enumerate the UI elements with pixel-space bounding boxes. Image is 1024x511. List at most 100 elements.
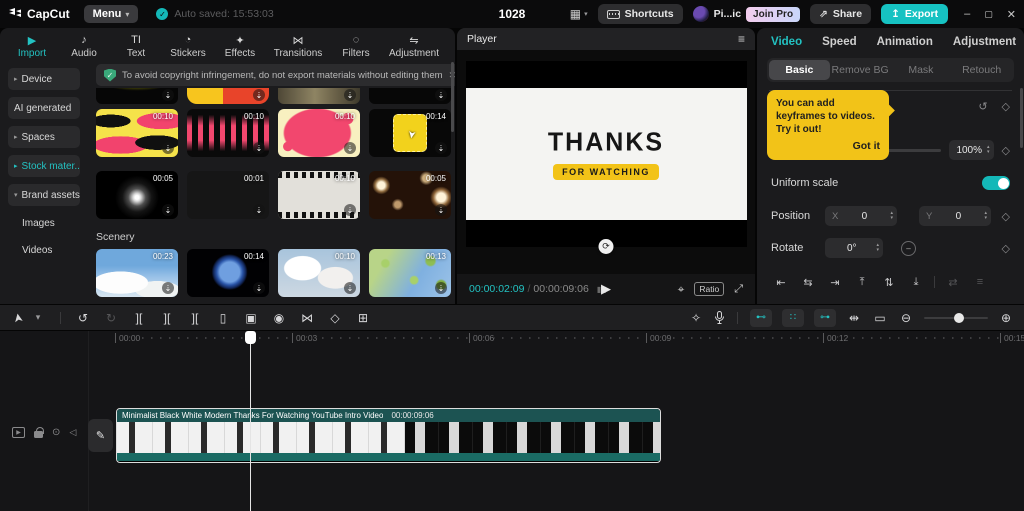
uniform-scale-toggle[interactable]: [982, 176, 1010, 190]
timeline-ruler[interactable]: 00:00 00:03 00:06 00:09 00:12 00:15: [0, 331, 1024, 345]
undo-button[interactable]: ↺: [75, 311, 91, 325]
freeze-frame-tool[interactable]: ◉: [271, 311, 287, 325]
slider-knob[interactable]: [954, 313, 964, 323]
edit-cover-button[interactable]: ✎: [88, 419, 113, 452]
reset-icon[interactable]: ↺: [978, 100, 987, 113]
video-thumbnail[interactable]: 00:13 ⇣: [369, 249, 451, 297]
download-icon[interactable]: ⇣: [435, 89, 447, 101]
zoom-out-icon[interactable]: ⊖: [898, 311, 914, 325]
export-button[interactable]: ↥ Export: [881, 4, 948, 24]
duplicate-tool[interactable]: ▣: [243, 311, 259, 325]
tab-speed[interactable]: Speed: [822, 36, 857, 48]
stepper-down-icon[interactable]: ▾: [984, 216, 987, 221]
delete-left-tool[interactable]: ][: [159, 311, 175, 325]
layout-selector[interactable]: ▦ ▾: [570, 7, 588, 21]
playhead-handle[interactable]: [245, 331, 256, 344]
smart-tools-icon[interactable]: ✧: [688, 311, 704, 325]
download-icon[interactable]: ⇣: [344, 282, 356, 294]
tab-text[interactable]: TI Text: [114, 31, 158, 60]
video-thumbnail[interactable]: 00:10 ⇣: [278, 171, 360, 219]
download-icon[interactable]: ⇣: [162, 89, 174, 101]
tab-video[interactable]: Video: [771, 36, 802, 48]
video-thumbnail[interactable]: 00:10 ⇣: [278, 249, 360, 297]
keyframe-icon[interactable]: ◇: [1002, 144, 1010, 157]
auto-snap-toggle[interactable]: ∷: [782, 309, 804, 327]
video-thumbnail[interactable]: ⇣: [369, 88, 451, 104]
sidebar-item-videos[interactable]: Videos: [8, 240, 80, 260]
video-thumbnail[interactable]: 00:10 ⇣: [96, 109, 178, 157]
split-tool[interactable]: ][: [131, 311, 147, 325]
tab-animation[interactable]: Animation: [877, 36, 933, 48]
tab-transitions[interactable]: ⋈ Transitions: [270, 31, 326, 60]
chevron-down-icon[interactable]: ▾: [30, 312, 46, 323]
select-tool[interactable]: ➤: [10, 308, 27, 326]
video-thumbnail[interactable]: 00:10 ⇣: [278, 109, 360, 157]
user-account[interactable]: Pi...ic Join Pro: [693, 6, 800, 22]
main-track-icon[interactable]: ▶: [12, 427, 25, 438]
download-icon[interactable]: ⇣: [435, 142, 447, 154]
scale-value-box[interactable]: 100% ▴▾: [949, 140, 993, 160]
video-thumbnail[interactable]: ⇣: [187, 88, 269, 104]
tab-effects[interactable]: ✦ Effects: [218, 31, 262, 60]
download-icon[interactable]: ⇣: [435, 204, 447, 216]
eye-icon[interactable]: ⊙: [52, 427, 60, 438]
subtab-retouch[interactable]: Retouch: [951, 60, 1012, 80]
keyframe-icon[interactable]: ◇: [1002, 242, 1010, 255]
player-menu-icon[interactable]: ≡: [738, 32, 745, 46]
playhead[interactable]: [250, 331, 251, 511]
tab-adjustment[interactable]: ⇋ Adjustment: [386, 31, 442, 60]
minimize-button[interactable]: –: [964, 8, 970, 20]
download-icon[interactable]: ⇣: [253, 142, 265, 154]
download-icon[interactable]: ⇣: [162, 204, 174, 216]
video-frame[interactable]: THANKS FOR WATCHING ⟳: [466, 61, 747, 247]
subtab-basic[interactable]: Basic: [769, 60, 830, 80]
download-icon[interactable]: ⇣: [162, 282, 174, 294]
rotate-handle[interactable]: ⟳: [599, 239, 614, 254]
main-track-magnet-icon[interactable]: ▭: [872, 311, 888, 325]
download-icon[interactable]: ⇣: [162, 142, 174, 154]
position-y-input[interactable]: Y 0 ▴▾: [919, 206, 991, 226]
sidebar-item-images[interactable]: Images: [8, 213, 80, 233]
fullscreen-icon[interactable]: ⤢: [734, 283, 743, 296]
mirror-tool[interactable]: ⋈: [299, 311, 315, 325]
shortcuts-button[interactable]: Shortcuts: [598, 4, 683, 24]
download-icon[interactable]: ⇣: [344, 204, 356, 216]
link-toggle[interactable]: ⊶: [814, 309, 836, 327]
video-thumbnail[interactable]: ⇣: [278, 88, 360, 104]
ratio-button[interactable]: Ratio: [694, 282, 724, 296]
video-thumbnail[interactable]: 00:23 ⇣: [96, 249, 178, 297]
align-top-icon[interactable]: ⤒: [850, 272, 874, 292]
focus-icon[interactable]: ⌖: [678, 282, 685, 297]
redo-button[interactable]: ↻: [103, 311, 119, 325]
zoom-in-icon[interactable]: ⊕: [998, 311, 1014, 325]
align-bottom-icon[interactable]: ⤓: [904, 272, 928, 292]
rotate-dial[interactable]: –: [901, 241, 916, 256]
video-thumbnail[interactable]: ➤ 00:14 ⇣: [369, 109, 451, 157]
adapt-icon[interactable]: ⇹: [846, 311, 862, 325]
sidebar-item-stock-materials[interactable]: ▸ Stock mater...: [8, 155, 80, 177]
keyframe-icon[interactable]: ◇: [1002, 100, 1010, 113]
tab-filters[interactable]: ◌ Filters: [334, 31, 378, 60]
timeline[interactable]: 00:00 00:03 00:06 00:09 00:12 00:15 ▶ ⊙ …: [0, 331, 1024, 511]
sidebar-item-brand-assets[interactable]: ▾ Brand assets: [8, 184, 80, 206]
timeline-clip[interactable]: Minimalist Black White Modern Thanks For…: [116, 408, 661, 463]
stepper-down-icon[interactable]: ▾: [876, 248, 879, 253]
close-button[interactable]: ✕: [1007, 8, 1016, 21]
video-thumbnail[interactable]: 00:14 ⇣: [187, 249, 269, 297]
props-scrollbar[interactable]: [1020, 88, 1023, 148]
stepper-down-icon[interactable]: ▾: [987, 150, 990, 155]
mute-icon[interactable]: ◁: [69, 427, 76, 438]
download-icon[interactable]: ⇣: [344, 142, 356, 154]
sidebar-item-ai-generated[interactable]: AI generated: [8, 97, 80, 119]
video-thumbnail[interactable]: ⇣: [96, 88, 178, 104]
tab-adjustment-props[interactable]: Adjustment: [953, 36, 1016, 48]
delete-tool[interactable]: ▯: [215, 311, 231, 325]
play-button[interactable]: ▶: [601, 281, 611, 297]
download-icon[interactable]: ⇣: [253, 204, 265, 216]
video-thumbnail[interactable]: 00:10 ⇣: [187, 109, 269, 157]
download-icon[interactable]: ⇣: [435, 282, 447, 294]
download-icon[interactable]: ⇣: [253, 89, 265, 101]
got-it-button[interactable]: Got it: [776, 140, 880, 154]
download-icon[interactable]: ⇣: [344, 89, 356, 101]
subtab-mask[interactable]: Mask: [891, 60, 952, 80]
